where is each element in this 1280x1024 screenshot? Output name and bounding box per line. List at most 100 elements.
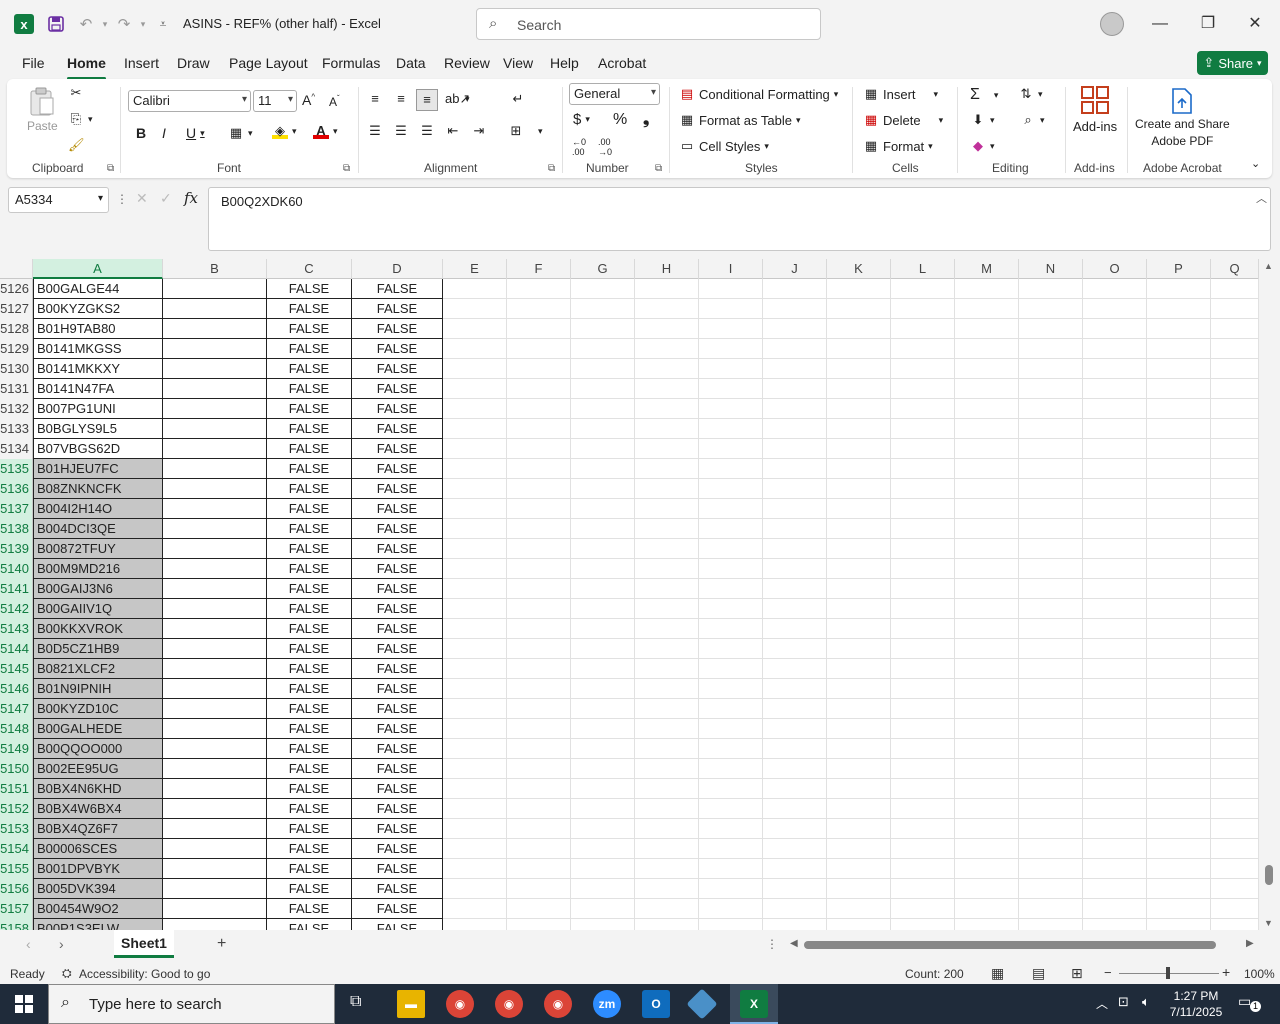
cell-c[interactable]: FALSE	[267, 559, 352, 579]
cell-c[interactable]: FALSE	[267, 719, 352, 739]
cell-d[interactable]: FALSE	[352, 899, 443, 919]
insert-cells-button[interactable]: ▦ Insert ▾	[863, 86, 938, 102]
align-right-button[interactable]: ☰	[419, 123, 435, 139]
cell-d[interactable]: FALSE	[352, 579, 443, 599]
cell-d[interactable]: FALSE	[352, 419, 443, 439]
cell-d[interactable]: FALSE	[352, 559, 443, 579]
dialog-launcher-icon[interactable]: ⧉	[548, 163, 555, 174]
cell-b[interactable]	[163, 439, 267, 459]
cell-a[interactable]: B005DVK394	[33, 879, 163, 899]
cell-a[interactable]: B001DPVBYK	[33, 859, 163, 879]
tab-review[interactable]: Review	[444, 55, 490, 71]
align-center-button[interactable]: ☰	[393, 123, 409, 139]
page-break-view-icon[interactable]: ⊞	[1071, 965, 1083, 982]
cell-c[interactable]: FALSE	[267, 579, 352, 599]
row-header[interactable]: 5140	[0, 559, 33, 579]
row-header[interactable]: 5135	[0, 459, 33, 479]
page-layout-view-icon[interactable]: ▤	[1032, 965, 1045, 982]
row-header[interactable]: 5143	[0, 619, 33, 639]
column-header-f[interactable]: F	[507, 259, 571, 279]
row-header[interactable]: 5157	[0, 899, 33, 919]
column-header-e[interactable]: E	[443, 259, 507, 279]
cell-d[interactable]: FALSE	[352, 339, 443, 359]
clear-button[interactable]: ◆ ▾	[970, 138, 995, 154]
dialog-launcher-icon[interactable]: ⧉	[655, 163, 662, 174]
chrome-profile-icon[interactable]: ◉	[495, 990, 523, 1018]
column-header-d[interactable]: D	[352, 259, 443, 279]
tab-view[interactable]: View	[503, 55, 533, 71]
row-header[interactable]: 5129	[0, 339, 33, 359]
align-bottom-button[interactable]: ≡	[416, 89, 438, 111]
row-header[interactable]: 5144	[0, 639, 33, 659]
row-header[interactable]: 5158	[0, 919, 33, 930]
redo-icon[interactable]: ↷	[114, 14, 134, 34]
cell-a[interactable]: B00M9MD216	[33, 559, 163, 579]
row-header[interactable]: 5146	[0, 679, 33, 699]
cell-b[interactable]	[163, 739, 267, 759]
cell-a[interactable]: B00QQOO000	[33, 739, 163, 759]
cell-c[interactable]: FALSE	[267, 439, 352, 459]
row-header[interactable]: 5154	[0, 839, 33, 859]
cell-a[interactable]: B002EE95UG	[33, 759, 163, 779]
orientation-button[interactable]: ab↗ ▾	[445, 91, 470, 107]
row-header[interactable]: 5151	[0, 779, 33, 799]
cell-d[interactable]: FALSE	[352, 499, 443, 519]
dialog-launcher-icon[interactable]: ⧉	[107, 163, 114, 174]
cell-d[interactable]: FALSE	[352, 279, 443, 299]
cell-c[interactable]: FALSE	[267, 479, 352, 499]
align-left-button[interactable]: ☰	[367, 123, 383, 139]
cell-c[interactable]: FALSE	[267, 339, 352, 359]
cell-a[interactable]: B00GALHEDE	[33, 719, 163, 739]
cell-b[interactable]	[163, 579, 267, 599]
zoom-level[interactable]: 100%	[1244, 967, 1275, 981]
file-explorer-icon[interactable]: ▬	[397, 990, 425, 1018]
cell-a[interactable]: B01HJEU7FC	[33, 459, 163, 479]
cell-a[interactable]: B00KKXVROK	[33, 619, 163, 639]
close-icon[interactable]: ✕	[1243, 12, 1267, 36]
bold-button[interactable]: B	[136, 125, 146, 141]
cell-d[interactable]: FALSE	[352, 759, 443, 779]
decrease-decimal-button[interactable]: .00 →0	[598, 137, 612, 157]
row-header[interactable]: 5128	[0, 319, 33, 339]
volume-icon[interactable]: 🔈︎	[1142, 994, 1150, 1010]
cell-c[interactable]: FALSE	[267, 759, 352, 779]
row-header[interactable]: 5155	[0, 859, 33, 879]
prev-sheet-icon[interactable]: ‹	[26, 936, 31, 952]
cell-b[interactable]	[163, 559, 267, 579]
cell-c[interactable]: FALSE	[267, 419, 352, 439]
tab-draw[interactable]: Draw	[177, 55, 210, 71]
cell-a[interactable]: B00454W9O2	[33, 899, 163, 919]
notifications-icon[interactable]: ▭ 1	[1238, 993, 1261, 1013]
row-header[interactable]: 5153	[0, 819, 33, 839]
cell-a[interactable]: B00872TFUY	[33, 539, 163, 559]
cell-b[interactable]	[163, 719, 267, 739]
cell-c[interactable]: FALSE	[267, 839, 352, 859]
cell-c[interactable]: FALSE	[267, 659, 352, 679]
cell-a[interactable]: B01N9IPNIH	[33, 679, 163, 699]
increase-font-button[interactable]: A^	[302, 92, 315, 108]
cell-c[interactable]: FALSE	[267, 379, 352, 399]
cell-d[interactable]: FALSE	[352, 919, 443, 930]
row-header[interactable]: 5130	[0, 359, 33, 379]
cell-d[interactable]: FALSE	[352, 519, 443, 539]
cell-d[interactable]: FALSE	[352, 699, 443, 719]
currency-button[interactable]: $ ▾	[573, 111, 590, 128]
row-header[interactable]: 5152	[0, 799, 33, 819]
horizontal-scroll-thumb[interactable]	[804, 941, 1216, 949]
column-header-l[interactable]: L	[891, 259, 955, 279]
cell-c[interactable]: FALSE	[267, 619, 352, 639]
cell-b[interactable]	[163, 339, 267, 359]
network-icon[interactable]: ⊡	[1118, 994, 1129, 1010]
cell-c[interactable]: FALSE	[267, 799, 352, 819]
cell-c[interactable]: FALSE	[267, 279, 352, 299]
cell-d[interactable]: FALSE	[352, 859, 443, 879]
row-header[interactable]: 5134	[0, 439, 33, 459]
cell-b[interactable]	[163, 659, 267, 679]
cell-b[interactable]	[163, 299, 267, 319]
cell-c[interactable]: FALSE	[267, 739, 352, 759]
cell-a[interactable]: B007PG1UNI	[33, 399, 163, 419]
cell-b[interactable]	[163, 599, 267, 619]
vertical-scroll-thumb[interactable]	[1265, 865, 1273, 885]
cell-d[interactable]: FALSE	[352, 359, 443, 379]
zoom-app-icon[interactable]: zm	[593, 990, 621, 1018]
